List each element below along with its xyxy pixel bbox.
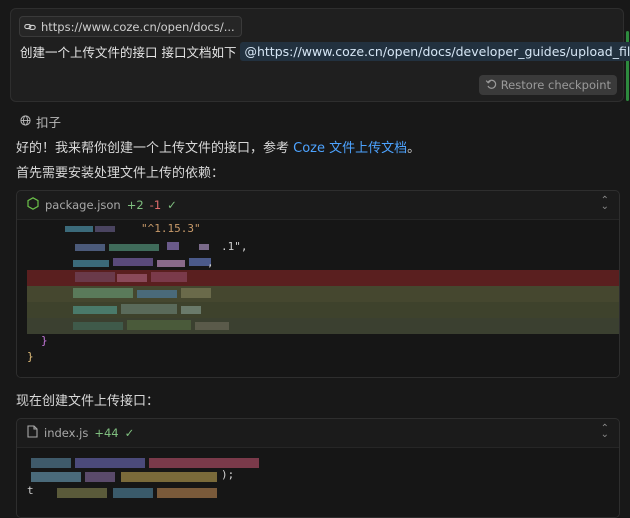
redacted-code xyxy=(73,322,123,330)
coze-docs-link[interactable]: Coze 文件上传文档 xyxy=(293,141,407,156)
assistant-header: 扣子 xyxy=(20,112,61,131)
code-fragment: t xyxy=(27,484,34,497)
file-name: index.js xyxy=(44,426,89,440)
check-icon: ✓ xyxy=(124,426,135,440)
doc-mention[interactable]: @https://www.coze.cn/open/docs/developer… xyxy=(240,42,630,61)
redacted-code xyxy=(157,488,217,498)
redacted-code xyxy=(121,304,177,314)
prompt-text-line: 创建一个上传文件的接口 接口文档如下 @https://www.coze.cn/… xyxy=(20,42,630,61)
redacted-code xyxy=(195,322,229,330)
file-icon xyxy=(27,425,38,441)
upload-paragraph: 现在创建文件上传接口： xyxy=(16,394,160,409)
redacted-code xyxy=(117,274,147,282)
code-fragment: } xyxy=(41,334,48,347)
check-icon: ✓ xyxy=(167,198,177,212)
redacted-code xyxy=(121,472,217,482)
restore-label: Restore checkpoint xyxy=(500,78,611,92)
redacted-code xyxy=(151,272,187,282)
deps-paragraph: 首先需要安装处理文件上传的依赖： xyxy=(16,166,225,181)
redacted-code xyxy=(113,488,153,498)
intro-suffix: 。 xyxy=(407,141,421,156)
code-card-header[interactable]: package.json +2 -1 ✓ ⌃ ⌄ xyxy=(17,191,619,220)
lines-removed: -1 xyxy=(149,198,162,212)
code-body: ); t xyxy=(17,448,619,517)
expand-collapse-icon[interactable]: ⌃ ⌄ xyxy=(601,424,609,440)
expand-collapse-icon[interactable]: ⌃ ⌄ xyxy=(601,196,609,212)
redacted-code xyxy=(75,458,145,468)
lines-added: +44 xyxy=(94,426,119,440)
redacted-code xyxy=(31,472,81,482)
restore-checkpoint-button[interactable]: Restore checkpoint xyxy=(478,75,617,95)
url-chip-label: https://www.coze.cn/open/docs/... xyxy=(41,19,235,34)
prompt-text: 创建一个上传文件的接口 接口文档如下 xyxy=(20,45,237,60)
redacted-code xyxy=(31,458,71,468)
redacted-code xyxy=(65,226,93,232)
code-card-package-json: package.json +2 -1 ✓ ⌃ ⌄ "^1.15.3" .1", , xyxy=(16,190,620,378)
code-fragment: } xyxy=(27,350,34,363)
code-fragment: ); xyxy=(221,468,235,481)
link-icon xyxy=(24,21,36,33)
redacted-code xyxy=(73,260,109,267)
code-card-index-js: index.js +44 ✓ ⌃ ⌄ ); t xyxy=(16,418,620,518)
code-body: "^1.15.3" .1", , } } xyxy=(17,220,619,377)
file-name: package.json xyxy=(45,198,121,212)
redacted-code xyxy=(137,290,177,298)
redacted-code xyxy=(95,226,115,232)
url-context-chip[interactable]: https://www.coze.cn/open/docs/... xyxy=(19,16,242,37)
redacted-code xyxy=(75,244,105,251)
redacted-code xyxy=(57,488,107,498)
redacted-code xyxy=(73,306,117,314)
intro-prefix: 好的！我来帮你创建一个上传文件的接口，参考 xyxy=(16,141,294,156)
redacted-code xyxy=(149,458,259,468)
redacted-code xyxy=(167,242,179,250)
code-fragment: "^1.15.3" xyxy=(141,222,201,235)
redacted-code xyxy=(127,320,191,330)
code-fragment: .1", xyxy=(221,240,248,253)
globe-icon xyxy=(20,114,31,129)
redacted-code xyxy=(181,306,201,314)
nodejs-icon xyxy=(27,197,39,213)
redacted-code xyxy=(199,244,209,250)
code-card-header[interactable]: index.js +44 ✓ ⌃ ⌄ xyxy=(17,419,619,448)
redacted-code xyxy=(109,244,159,251)
intro-paragraph: 好的！我来帮你创建一个上传文件的接口，参考 Coze 文件上传文档。 xyxy=(16,137,420,156)
restore-icon xyxy=(485,78,497,93)
assistant-name: 扣子 xyxy=(36,115,62,130)
user-message-card: https://www.coze.cn/open/docs/... 创建一个上传… xyxy=(10,8,630,102)
code-fragment: , xyxy=(207,256,214,269)
redacted-code xyxy=(85,472,115,482)
redacted-code xyxy=(157,260,185,267)
redacted-code xyxy=(73,288,133,298)
lines-added: +2 xyxy=(126,198,144,212)
diff-removed-row xyxy=(27,270,619,286)
redacted-code xyxy=(181,288,211,298)
redacted-code xyxy=(113,258,153,266)
redacted-code xyxy=(75,272,115,282)
